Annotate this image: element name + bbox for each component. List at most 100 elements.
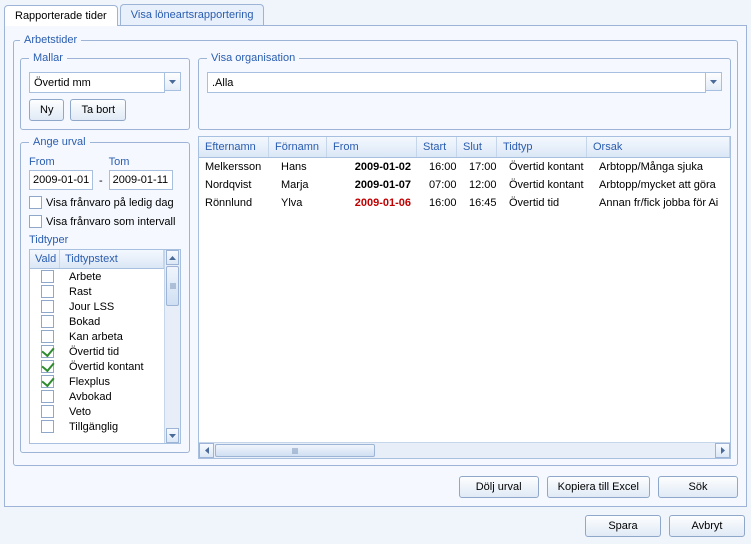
tom-label: Tom [109, 156, 173, 168]
visa-organisation-fieldset: Visa organisation .Alla [198, 52, 731, 130]
cell-start: 16:00 [423, 194, 463, 212]
tidtyp-checkbox[interactable] [41, 345, 54, 358]
cell-fornamn: Ylva [275, 194, 333, 212]
sok-button[interactable]: Sök [658, 476, 738, 498]
tidtyp-checkbox[interactable] [41, 315, 54, 328]
date-separator: - [97, 175, 105, 190]
tidtyp-label: Flexplus [69, 376, 159, 388]
tidtyp-label: Övertid kontant [69, 361, 159, 373]
ange-urval-legend: Ange urval [29, 136, 90, 148]
checkbox-franvaro-ledig[interactable] [29, 196, 42, 209]
tidtyp-row[interactable]: Övertid kontant [30, 359, 164, 374]
visa-organisation-selected: .Alla [212, 77, 233, 89]
scrollbar-thumb[interactable] [215, 444, 375, 457]
tidtyp-row[interactable]: Bokad [30, 314, 164, 329]
visa-organisation-legend: Visa organisation [207, 52, 299, 64]
tab-rapporterade-tider[interactable]: Rapporterade tider [4, 5, 118, 26]
cell-start: 16:00 [423, 158, 463, 176]
tidtyper-header-text[interactable]: Tidtypstext [60, 250, 164, 268]
tidtyp-label: Arbete [69, 271, 159, 283]
tidtyp-row[interactable]: Veto [30, 404, 164, 419]
tidtyp-label: Bokad [69, 316, 159, 328]
from-input[interactable] [29, 170, 93, 190]
mallar-select[interactable]: Övertid mm [29, 72, 181, 93]
mallar-selected: Övertid mm [34, 77, 91, 89]
tidtyp-row[interactable]: Rast [30, 284, 164, 299]
tidtyp-row[interactable]: Arbete [30, 269, 164, 284]
tidtyp-checkbox[interactable] [41, 300, 54, 313]
cell-tidtyp: Övertid kontant [503, 176, 593, 194]
results-grid: Efternamn Förnamn From Start Slut Tidtyp… [198, 136, 731, 459]
cell-start: 07:00 [423, 176, 463, 194]
grid-header-start[interactable]: Start [417, 137, 457, 157]
tidtyp-checkbox[interactable] [41, 420, 54, 433]
tidtyp-row[interactable]: Jour LSS [30, 299, 164, 314]
cell-efternamn: Melkersson [199, 158, 275, 176]
scroll-left-icon[interactable] [199, 443, 214, 458]
grid-header-tidtyp[interactable]: Tidtyp [497, 137, 587, 157]
ange-urval-fieldset: Ange urval From - Tom Visa frånvaro på l… [20, 136, 190, 453]
tidtyper-header-vald[interactable]: Vald [30, 250, 60, 268]
cell-from: 2009-01-02 [333, 158, 423, 176]
grid-header-efternamn[interactable]: Efternamn [199, 137, 269, 157]
cell-from: 2009-01-07 [333, 176, 423, 194]
tidtyp-checkbox[interactable] [41, 270, 54, 283]
tidtyp-label: Jour LSS [69, 301, 159, 313]
ny-button[interactable]: Ny [29, 99, 64, 121]
tab-bar: Rapporterade tider Visa löneartsrapporte… [4, 4, 747, 26]
tidtyp-checkbox[interactable] [41, 285, 54, 298]
tidtyper-list: Vald Tidtypstext Arbete Rast Jour LSS Bokad… [29, 249, 181, 444]
grid-header-fornamn[interactable]: Förnamn [269, 137, 327, 157]
dolj-urval-button[interactable]: Dölj urval [459, 476, 539, 498]
table-row[interactable]: NordqvistMarja2009-01-0707:0012:00Överti… [199, 176, 730, 194]
grid-header-orsak[interactable]: Orsak [587, 137, 730, 157]
chevron-down-icon[interactable] [705, 72, 722, 91]
scroll-up-icon[interactable] [166, 250, 179, 265]
tabort-button[interactable]: Ta bort [70, 99, 126, 121]
tidtyp-checkbox[interactable] [41, 360, 54, 373]
mallar-legend: Mallar [29, 52, 67, 64]
grid-horizontal-scrollbar[interactable] [199, 442, 730, 458]
cell-orsak: Arbtopp/Många sjuka [593, 158, 730, 176]
cell-slut: 12:00 [463, 176, 503, 194]
tidtyp-row[interactable]: Tillgänglig [30, 419, 164, 434]
tidtyper-label: Tidtyper [29, 234, 181, 246]
tidtyp-row[interactable]: Flexplus [30, 374, 164, 389]
tidtyp-checkbox[interactable] [41, 375, 54, 388]
arbetstider-legend: Arbetstider [20, 34, 81, 46]
scrollbar-thumb[interactable] [166, 266, 179, 306]
tidtyp-row[interactable]: Kan arbeta [30, 329, 164, 344]
tom-input[interactable] [109, 170, 173, 190]
checkbox-franvaro-intervall[interactable] [29, 215, 42, 228]
table-row[interactable]: MelkerssonHans2009-01-0216:0017:00Överti… [199, 158, 730, 176]
cell-orsak: Annan fr/fick jobba för Ai [593, 194, 730, 212]
table-row[interactable]: RönnlundYlva2009-01-0616:0016:45Övertid … [199, 194, 730, 212]
kopiera-till-excel-button[interactable]: Kopiera till Excel [547, 476, 650, 498]
avbryt-button[interactable]: Avbryt [669, 515, 745, 537]
tidtyp-row[interactable]: Avbokad [30, 389, 164, 404]
tidtyp-checkbox[interactable] [41, 390, 54, 403]
tidtyp-label: Rast [69, 286, 159, 298]
tidtyp-label: Veto [69, 406, 159, 418]
cell-efternamn: Nordqvist [199, 176, 275, 194]
tidtyp-row[interactable]: Övertid tid [30, 344, 164, 359]
grid-header-from[interactable]: From [327, 137, 417, 157]
checkbox-franvaro-ledig-label: Visa frånvaro på ledig dag [46, 197, 174, 209]
tidtyper-scrollbar[interactable] [164, 250, 180, 443]
tidtyp-label: Avbokad [69, 391, 159, 403]
arbetstider-fieldset: Arbetstider Mallar Övertid mm Ny Ta bort… [13, 34, 738, 466]
chevron-down-icon[interactable] [164, 72, 181, 91]
tidtyp-checkbox[interactable] [41, 330, 54, 343]
tidtyp-label: Övertid tid [69, 346, 159, 358]
cell-slut: 17:00 [463, 158, 503, 176]
spara-button[interactable]: Spara [585, 515, 661, 537]
visa-organisation-select[interactable]: .Alla [207, 72, 722, 93]
grid-header-slut[interactable]: Slut [457, 137, 497, 157]
scroll-right-icon[interactable] [715, 443, 730, 458]
scroll-down-icon[interactable] [166, 428, 179, 443]
mallar-fieldset: Mallar Övertid mm Ny Ta bort [20, 52, 190, 130]
cell-efternamn: Rönnlund [199, 194, 275, 212]
tidtyp-checkbox[interactable] [41, 405, 54, 418]
tab-visa-loneartsrapportering[interactable]: Visa löneartsrapportering [120, 4, 265, 25]
cell-slut: 16:45 [463, 194, 503, 212]
